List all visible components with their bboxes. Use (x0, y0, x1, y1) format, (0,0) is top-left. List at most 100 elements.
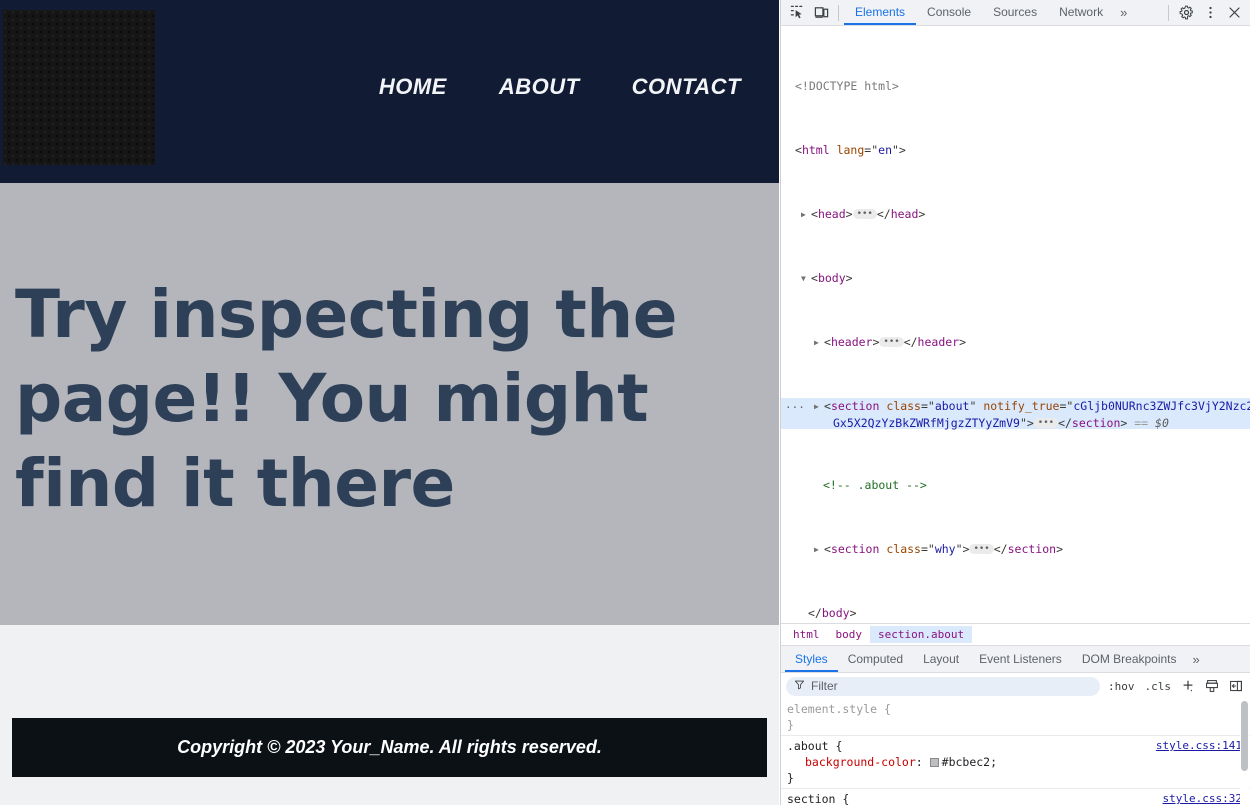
comment-about: <!-- .about --> (823, 478, 927, 492)
expand-ellipsis-header[interactable]: ••• (879, 337, 904, 347)
breadcrumb: html body section.about (781, 623, 1250, 645)
breadcrumb-item-body[interactable]: body (828, 626, 871, 643)
print-media-icon[interactable] (1203, 677, 1221, 695)
expand-ellipsis-why[interactable]: ••• (969, 544, 994, 554)
toggle-sidebar-icon[interactable] (1227, 677, 1245, 695)
dom-line-doctype[interactable]: <!DOCTYPE html> (781, 78, 1250, 94)
dom-line-section-why[interactable]: ▶ <section class="why"> ••• </section> (781, 541, 1250, 557)
color-swatch[interactable] (929, 758, 939, 767)
tag-body-close: body (821, 606, 850, 620)
collapse-triangle-body[interactable]: ▼ (801, 271, 811, 287)
dom-line-html-open[interactable]: <html lang="en"> (781, 142, 1250, 158)
selector-about[interactable]: .about (787, 739, 829, 753)
filter-input[interactable]: Filter (786, 676, 1100, 696)
expand-ellipsis-about[interactable]: ••• (1033, 418, 1059, 428)
tab-layout[interactable]: Layout (913, 646, 969, 672)
attr-class-value[interactable]: about (935, 399, 970, 413)
value-background-color[interactable]: #bcbec2 (942, 755, 990, 769)
tab-dom-breakpoints[interactable]: DOM Breakpoints (1072, 646, 1187, 672)
tab-network[interactable]: Network (1048, 0, 1114, 25)
nav-link-home[interactable]: HOME (379, 74, 447, 100)
expand-triangle-header[interactable]: ▶ (814, 335, 824, 351)
expand-triangle-head[interactable]: ▶ (801, 207, 811, 223)
attr-class-why-name: class (886, 542, 921, 556)
declaration-background-color[interactable]: background-color: #bcbec2; (787, 754, 1244, 770)
toolbar-right-actions (1163, 2, 1246, 24)
breadcrumb-item-section-about[interactable]: section.about (870, 626, 973, 643)
rule-origin-section[interactable]: style.css:32 (1163, 791, 1242, 805)
close-icon[interactable] (1222, 2, 1246, 24)
attr-lang-name: lang (836, 143, 865, 157)
style-rule-element-style[interactable]: element.style { } (781, 699, 1250, 736)
filter-icon (794, 679, 805, 693)
nav-link-about[interactable]: ABOUT (499, 74, 580, 100)
tag-section-why: section (830, 542, 880, 556)
screen-root: HOME ABOUT CONTACT Try inspecting the pa… (0, 0, 1250, 805)
nav-link-contact[interactable]: CONTACT (632, 74, 741, 100)
filter-placeholder: Filter (811, 679, 838, 693)
rule-close-brace-0: } (787, 718, 794, 732)
tag-head: head (817, 207, 846, 221)
styles-scrollbar[interactable] (1240, 699, 1249, 805)
tag-html: html (801, 143, 830, 157)
attr-notify-value-part1[interactable]: cGljb0NURnc3ZWJfc3VjY2Nzc2Z1b (1073, 399, 1250, 413)
styles-scrollbar-thumb[interactable] (1241, 701, 1248, 771)
toolbar-divider-2 (1168, 4, 1169, 21)
why-section (0, 625, 779, 805)
attr-notify-name: notify_true (983, 399, 1060, 413)
dom-line-section-about[interactable]: ··· ▶ <section class="about" notify_true="… (781, 398, 1250, 430)
tag-header-close: header (917, 335, 960, 349)
devtools-panel: Elements Console Sources Network » <!DOC… (780, 0, 1250, 805)
selected-node-ref: $0 (1155, 416, 1169, 430)
tag-header: header (830, 335, 873, 349)
tab-elements[interactable]: Elements (844, 0, 917, 25)
selector-element-style: element.style (787, 702, 878, 716)
tab-sources[interactable]: Sources (982, 0, 1048, 25)
toolbar-divider (838, 4, 839, 21)
rendered-webpage: HOME ABOUT CONTACT Try inspecting the pa… (0, 0, 779, 805)
gear-icon[interactable] (1174, 2, 1198, 24)
style-rule-section[interactable]: style.css:32 section { padding: ▶ 90px 1… (781, 789, 1250, 805)
style-rule-about[interactable]: style.css:141 .about { background-color:… (781, 736, 1250, 789)
tab-event-listeners[interactable]: Event Listeners (969, 646, 1072, 672)
expand-triangle-about[interactable]: ▶ (814, 399, 824, 415)
attr-class-why-value[interactable]: why (935, 542, 956, 556)
page-heading: Try inspecting the page!! You might find… (15, 276, 678, 522)
about-section: Try inspecting the page!! You might find… (0, 183, 779, 625)
more-tabs-button[interactable]: » (1114, 5, 1133, 20)
copyright-text: Copyright © 2023 Your_Name. All rights r… (177, 737, 602, 757)
dom-line-comment-about[interactable]: <!-- .about --> (781, 477, 1250, 493)
expand-ellipsis-head[interactable]: ••• (852, 209, 877, 219)
plus-icon[interactable] (1179, 677, 1197, 695)
selected-node-marker: == (1134, 416, 1156, 430)
expand-triangle-why[interactable]: ▶ (814, 542, 824, 558)
dom-tree[interactable]: <!DOCTYPE html> <html lang="en"> ▶ <head>… (781, 26, 1250, 623)
devtools-tabs: Elements Console Sources Network » (844, 0, 1133, 25)
breadcrumb-item-html[interactable]: html (785, 626, 828, 643)
kebab-menu-icon[interactable] (1198, 2, 1222, 24)
device-toolbar-icon[interactable] (809, 2, 833, 24)
dom-line-header[interactable]: ▶ <header> ••• </header> (781, 334, 1250, 350)
hidden-nodes-badge[interactable]: ··· (785, 400, 805, 416)
attr-notify-value-part2[interactable]: Gx5X2QzYzBkZWRfMjgzZTYyZmV9 (833, 416, 1020, 430)
hov-button[interactable]: :hov (1106, 680, 1137, 693)
inspect-element-icon[interactable] (785, 2, 809, 24)
styles-more-tabs-button[interactable]: » (1187, 652, 1206, 667)
rule-selector-line: element.style { (787, 702, 891, 716)
cls-button[interactable]: .cls (1143, 680, 1174, 693)
attr-class-name: class (886, 399, 921, 413)
attr-lang-value: en (878, 143, 892, 157)
selector-section[interactable]: section (787, 792, 835, 805)
tab-console[interactable]: Console (916, 0, 982, 25)
property-background-color[interactable]: background-color (787, 755, 916, 769)
dom-line-body-open[interactable]: ▼ <body> (781, 270, 1250, 286)
dom-line-body-close[interactable]: </body> (781, 605, 1250, 621)
tab-computed[interactable]: Computed (838, 646, 913, 672)
dom-line-head[interactable]: ▶ <head> ••• </head> (781, 206, 1250, 222)
styles-tabbar: Styles Computed Layout Event Listeners D… (781, 645, 1250, 672)
styles-pane[interactable]: element.style { } style.css:141 .about {… (781, 699, 1250, 805)
doctype-text: <!DOCTYPE html> (795, 79, 899, 93)
tab-styles[interactable]: Styles (785, 646, 838, 672)
rule-origin-about[interactable]: style.css:141 (1156, 738, 1242, 754)
tag-section-about: section (830, 399, 880, 413)
